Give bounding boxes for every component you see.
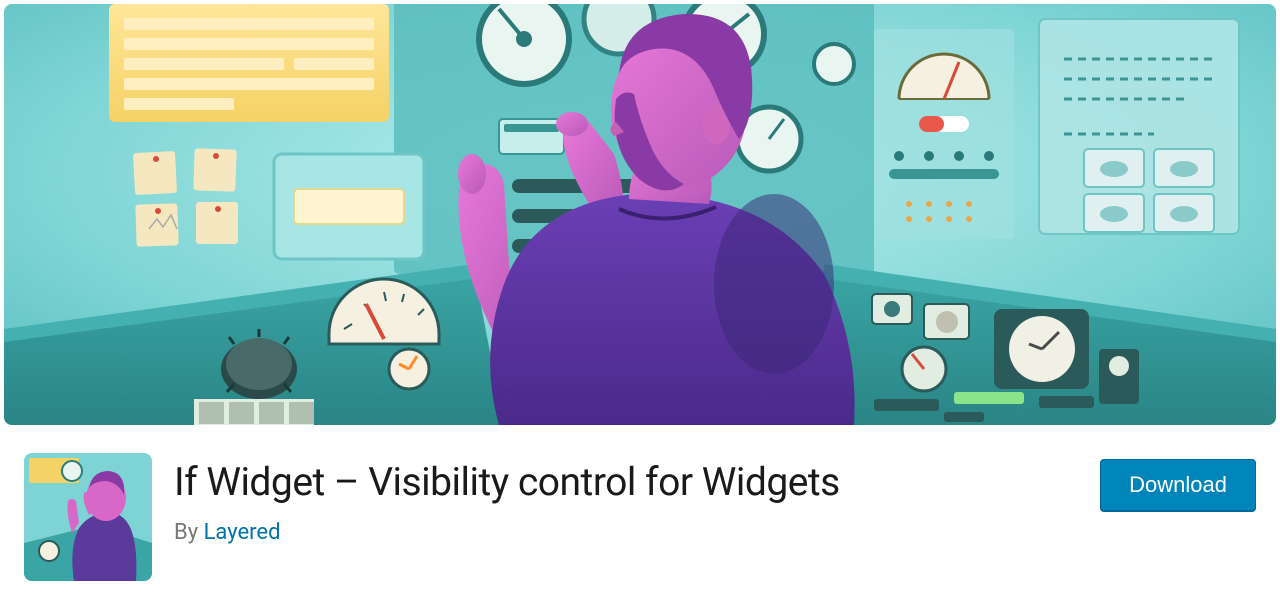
- plugin-info: If Widget – Visibility control for Widge…: [174, 453, 1078, 545]
- plugin-header: If Widget – Visibility control for Widge…: [0, 429, 1280, 581]
- plugin-author-link[interactable]: Layered: [204, 520, 281, 545]
- plugin-title: If Widget – Visibility control for Widge…: [174, 459, 1078, 506]
- by-prefix: By: [174, 520, 204, 545]
- download-button[interactable]: Download: [1100, 459, 1256, 511]
- plugin-byline: By Layered: [174, 520, 1078, 545]
- plugin-banner: [4, 4, 1276, 425]
- plugin-icon: [24, 453, 152, 581]
